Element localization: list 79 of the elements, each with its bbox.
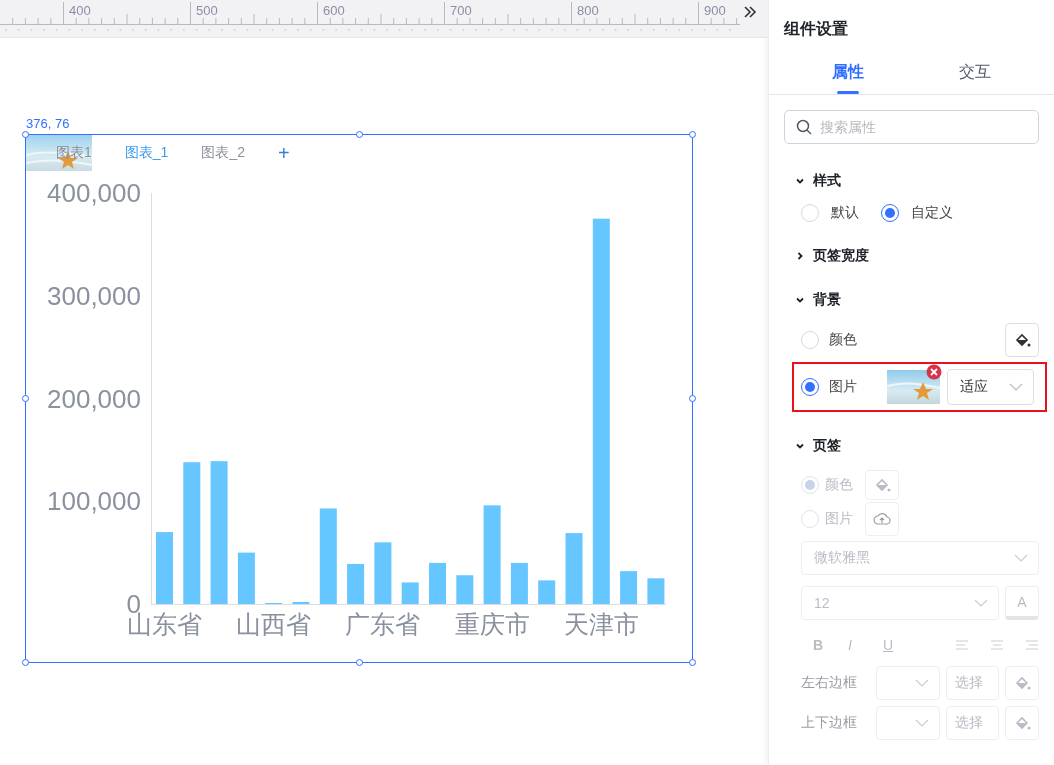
- position-label: 376, 76: [26, 116, 70, 131]
- fill-color-button[interactable]: [1005, 666, 1039, 700]
- remove-icon[interactable]: [926, 364, 942, 380]
- resize-handle[interactable]: [689, 131, 696, 138]
- bar: [620, 571, 638, 604]
- bar: [292, 601, 310, 604]
- bar: [565, 533, 583, 604]
- paint-bucket-icon: [873, 478, 891, 492]
- option-label[interactable]: 自定义: [911, 204, 953, 222]
- search-icon: [796, 119, 812, 135]
- resize-handle[interactable]: [355, 659, 363, 666]
- field-label: 左右边框: [801, 674, 858, 692]
- chevron-down-icon: [974, 599, 988, 607]
- resize-handle[interactable]: [22, 659, 29, 666]
- option-label[interactable]: 颜色: [829, 331, 857, 349]
- chevron-down-icon: [914, 679, 929, 687]
- ruler-label: 400: [69, 3, 91, 18]
- bar: [401, 582, 419, 604]
- chart-tab[interactable]: 图表_2: [201, 144, 245, 162]
- resize-handle[interactable]: [22, 395, 29, 402]
- ruler-label: 900: [704, 3, 726, 18]
- x-tick-label: 山西省: [236, 610, 312, 638]
- bar: [647, 578, 665, 604]
- y-tick-label: 400,000: [47, 178, 141, 208]
- option-label[interactable]: 默认: [831, 204, 859, 222]
- section-title[interactable]: 页签宽度: [813, 247, 869, 265]
- bar: [374, 542, 392, 604]
- upload-button[interactable]: [865, 502, 899, 536]
- ruler-label: 700: [450, 3, 472, 18]
- x-tick-label: 广东省: [345, 610, 421, 638]
- resize-handle[interactable]: [689, 395, 696, 402]
- cloud-upload-icon: [873, 512, 891, 526]
- chevron-right-icon[interactable]: [795, 251, 805, 261]
- bar: [347, 563, 365, 604]
- x-tick-label: 天津市: [563, 610, 639, 638]
- chevron-down-icon: [914, 719, 929, 727]
- bar: [156, 532, 173, 604]
- chart-tab[interactable]: 图表_1: [124, 144, 169, 162]
- bar: [429, 562, 446, 604]
- y-tick-label: 100,000: [47, 486, 141, 517]
- panel-tab[interactable]: 属性: [784, 50, 912, 94]
- fill-color-button[interactable]: [1005, 706, 1039, 740]
- x-tick-label: 重庆市: [454, 610, 530, 638]
- fill-color-button[interactable]: [1005, 323, 1039, 357]
- bar: [538, 580, 556, 604]
- panel-title: 组件设置: [783, 19, 849, 39]
- image-thumbnail[interactable]: [887, 370, 940, 404]
- bar: [510, 562, 528, 604]
- section-title[interactable]: 样式: [813, 172, 841, 190]
- paint-bucket-icon: [1013, 716, 1031, 730]
- ruler-label: 600: [323, 3, 345, 18]
- chevron-down-icon[interactable]: [795, 176, 805, 186]
- bar: [456, 575, 474, 604]
- y-tick-label: 300,000: [47, 280, 141, 311]
- chevron-down-icon: [1009, 383, 1023, 391]
- fill-color-button[interactable]: [865, 470, 899, 500]
- ruler-label: 800: [577, 3, 599, 18]
- chevron-down-icon[interactable]: [795, 441, 805, 451]
- fit-dropdown[interactable]: 适应: [947, 369, 1034, 405]
- photo-placeholder: [26, 135, 92, 171]
- chart-tab[interactable]: 图表1: [56, 144, 92, 162]
- paint-bucket-icon: [1013, 676, 1031, 690]
- bar: [237, 552, 255, 604]
- double-chevron-icon[interactable]: [742, 4, 758, 20]
- option-label[interactable]: 图片: [829, 378, 857, 396]
- section-title[interactable]: 背景: [813, 291, 841, 309]
- resize-handle[interactable]: [689, 659, 696, 666]
- section-title[interactable]: 页签: [813, 437, 841, 455]
- paint-bucket-icon: [1013, 333, 1031, 347]
- ruler-label: 500: [196, 3, 218, 18]
- chevron-down-icon[interactable]: [795, 295, 805, 305]
- panel-tab[interactable]: 交互: [911, 50, 1039, 94]
- add-tab-button[interactable]: +: [277, 141, 290, 165]
- search-field[interactable]: 搜索属性: [784, 110, 1039, 144]
- resize-handle[interactable]: [22, 131, 29, 138]
- field-label: 上下边框: [801, 714, 858, 732]
- resize-handle[interactable]: [355, 131, 363, 138]
- y-tick-label: 200,000: [47, 383, 141, 414]
- chevron-down-icon: [1014, 554, 1028, 562]
